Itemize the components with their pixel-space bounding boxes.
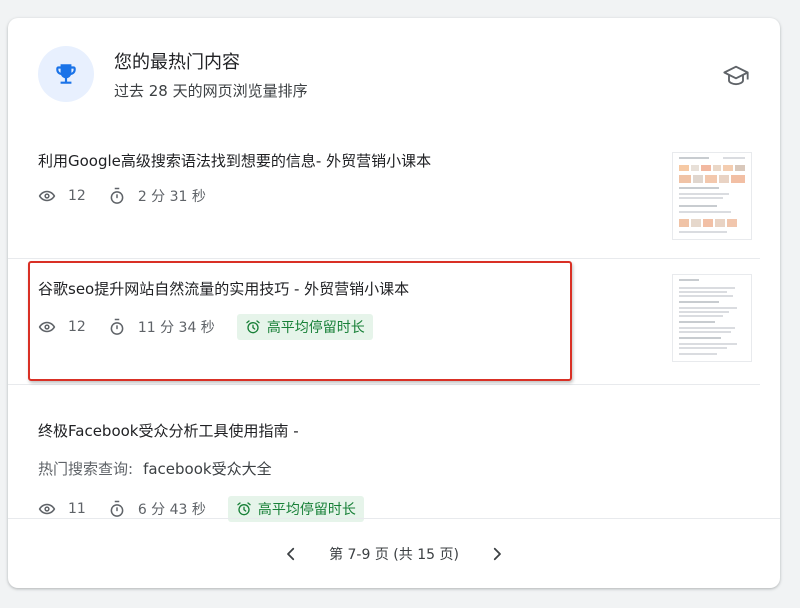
eye-icon xyxy=(38,503,56,515)
timer-icon xyxy=(110,318,124,335)
top-search-query: 热门搜索查询: facebook受众大全 xyxy=(38,458,272,479)
footer-divider xyxy=(8,518,780,519)
view-count: 12 xyxy=(68,319,86,335)
next-page-button[interactable] xyxy=(481,538,513,570)
graduation-cap-icon[interactable] xyxy=(722,62,750,90)
page-indicator: 第 7-9 页 (共 15 页) xyxy=(329,547,459,563)
page-thumbnail xyxy=(672,152,752,240)
alarm-icon xyxy=(237,502,251,516)
eye-icon xyxy=(38,321,56,333)
trophy-icon xyxy=(56,64,76,84)
timer-icon xyxy=(110,187,124,204)
pagination: 第 7-9 页 (共 15 页) xyxy=(8,534,780,574)
prev-page-button[interactable] xyxy=(275,538,307,570)
item-stats: 12 2 分 31 秒 xyxy=(38,186,228,206)
divider xyxy=(8,258,760,259)
list-item[interactable]: 谷歌seo提升网站自然流量的实用技巧 - 外贸营销小课本 12 11 分 34 … xyxy=(8,260,760,384)
alarm-icon xyxy=(246,320,260,334)
item-stats: 12 11 分 34 秒 高平均停留时长 xyxy=(38,314,373,340)
card-header: 您的最热门内容 过去 28 天的网页浏览量排序 xyxy=(8,18,780,130)
chevron-left-icon xyxy=(287,547,295,561)
item-title-link[interactable]: 利用Google高级搜索语法找到想要的信息- 外贸营销小课本 xyxy=(38,150,431,171)
view-count: 12 xyxy=(68,188,86,204)
view-count: 11 xyxy=(68,501,86,517)
list-item[interactable]: 利用Google高级搜索语法找到想要的信息- 外贸营销小课本 12 2 分 31… xyxy=(8,138,760,256)
item-title-link[interactable]: 终极Facebook受众分析工具使用指南 - xyxy=(38,420,299,441)
top-content-card: 您的最热门内容 过去 28 天的网页浏览量排序 利用Google高级搜索语法找到… xyxy=(8,18,780,588)
query-label: 热门搜索查询: xyxy=(38,460,134,478)
header-title: 您的最热门内容 xyxy=(114,52,240,73)
list-item[interactable]: 终极Facebook受众分析工具使用指南 - 热门搜索查询: facebook受众… xyxy=(8,384,760,522)
query-value: facebook受众大全 xyxy=(143,460,272,478)
avg-duration: 11 分 34 秒 xyxy=(137,320,215,336)
item-title-link[interactable]: 谷歌seo提升网站自然流量的实用技巧 - 外贸营销小课本 xyxy=(38,278,409,299)
header-subtitle: 过去 28 天的网页浏览量排序 xyxy=(114,82,308,100)
chevron-right-icon xyxy=(493,547,501,561)
high-duration-badge: 高平均停留时长 xyxy=(236,314,373,340)
avg-duration: 6 分 43 秒 xyxy=(137,502,206,518)
timer-icon xyxy=(110,500,124,517)
badge-label: 高平均停留时长 xyxy=(257,502,356,518)
eye-icon xyxy=(38,190,56,202)
page-thumbnail xyxy=(672,274,752,362)
avg-duration: 2 分 31 秒 xyxy=(137,189,206,205)
trophy-badge xyxy=(38,46,94,102)
badge-label: 高平均停留时长 xyxy=(266,320,365,336)
